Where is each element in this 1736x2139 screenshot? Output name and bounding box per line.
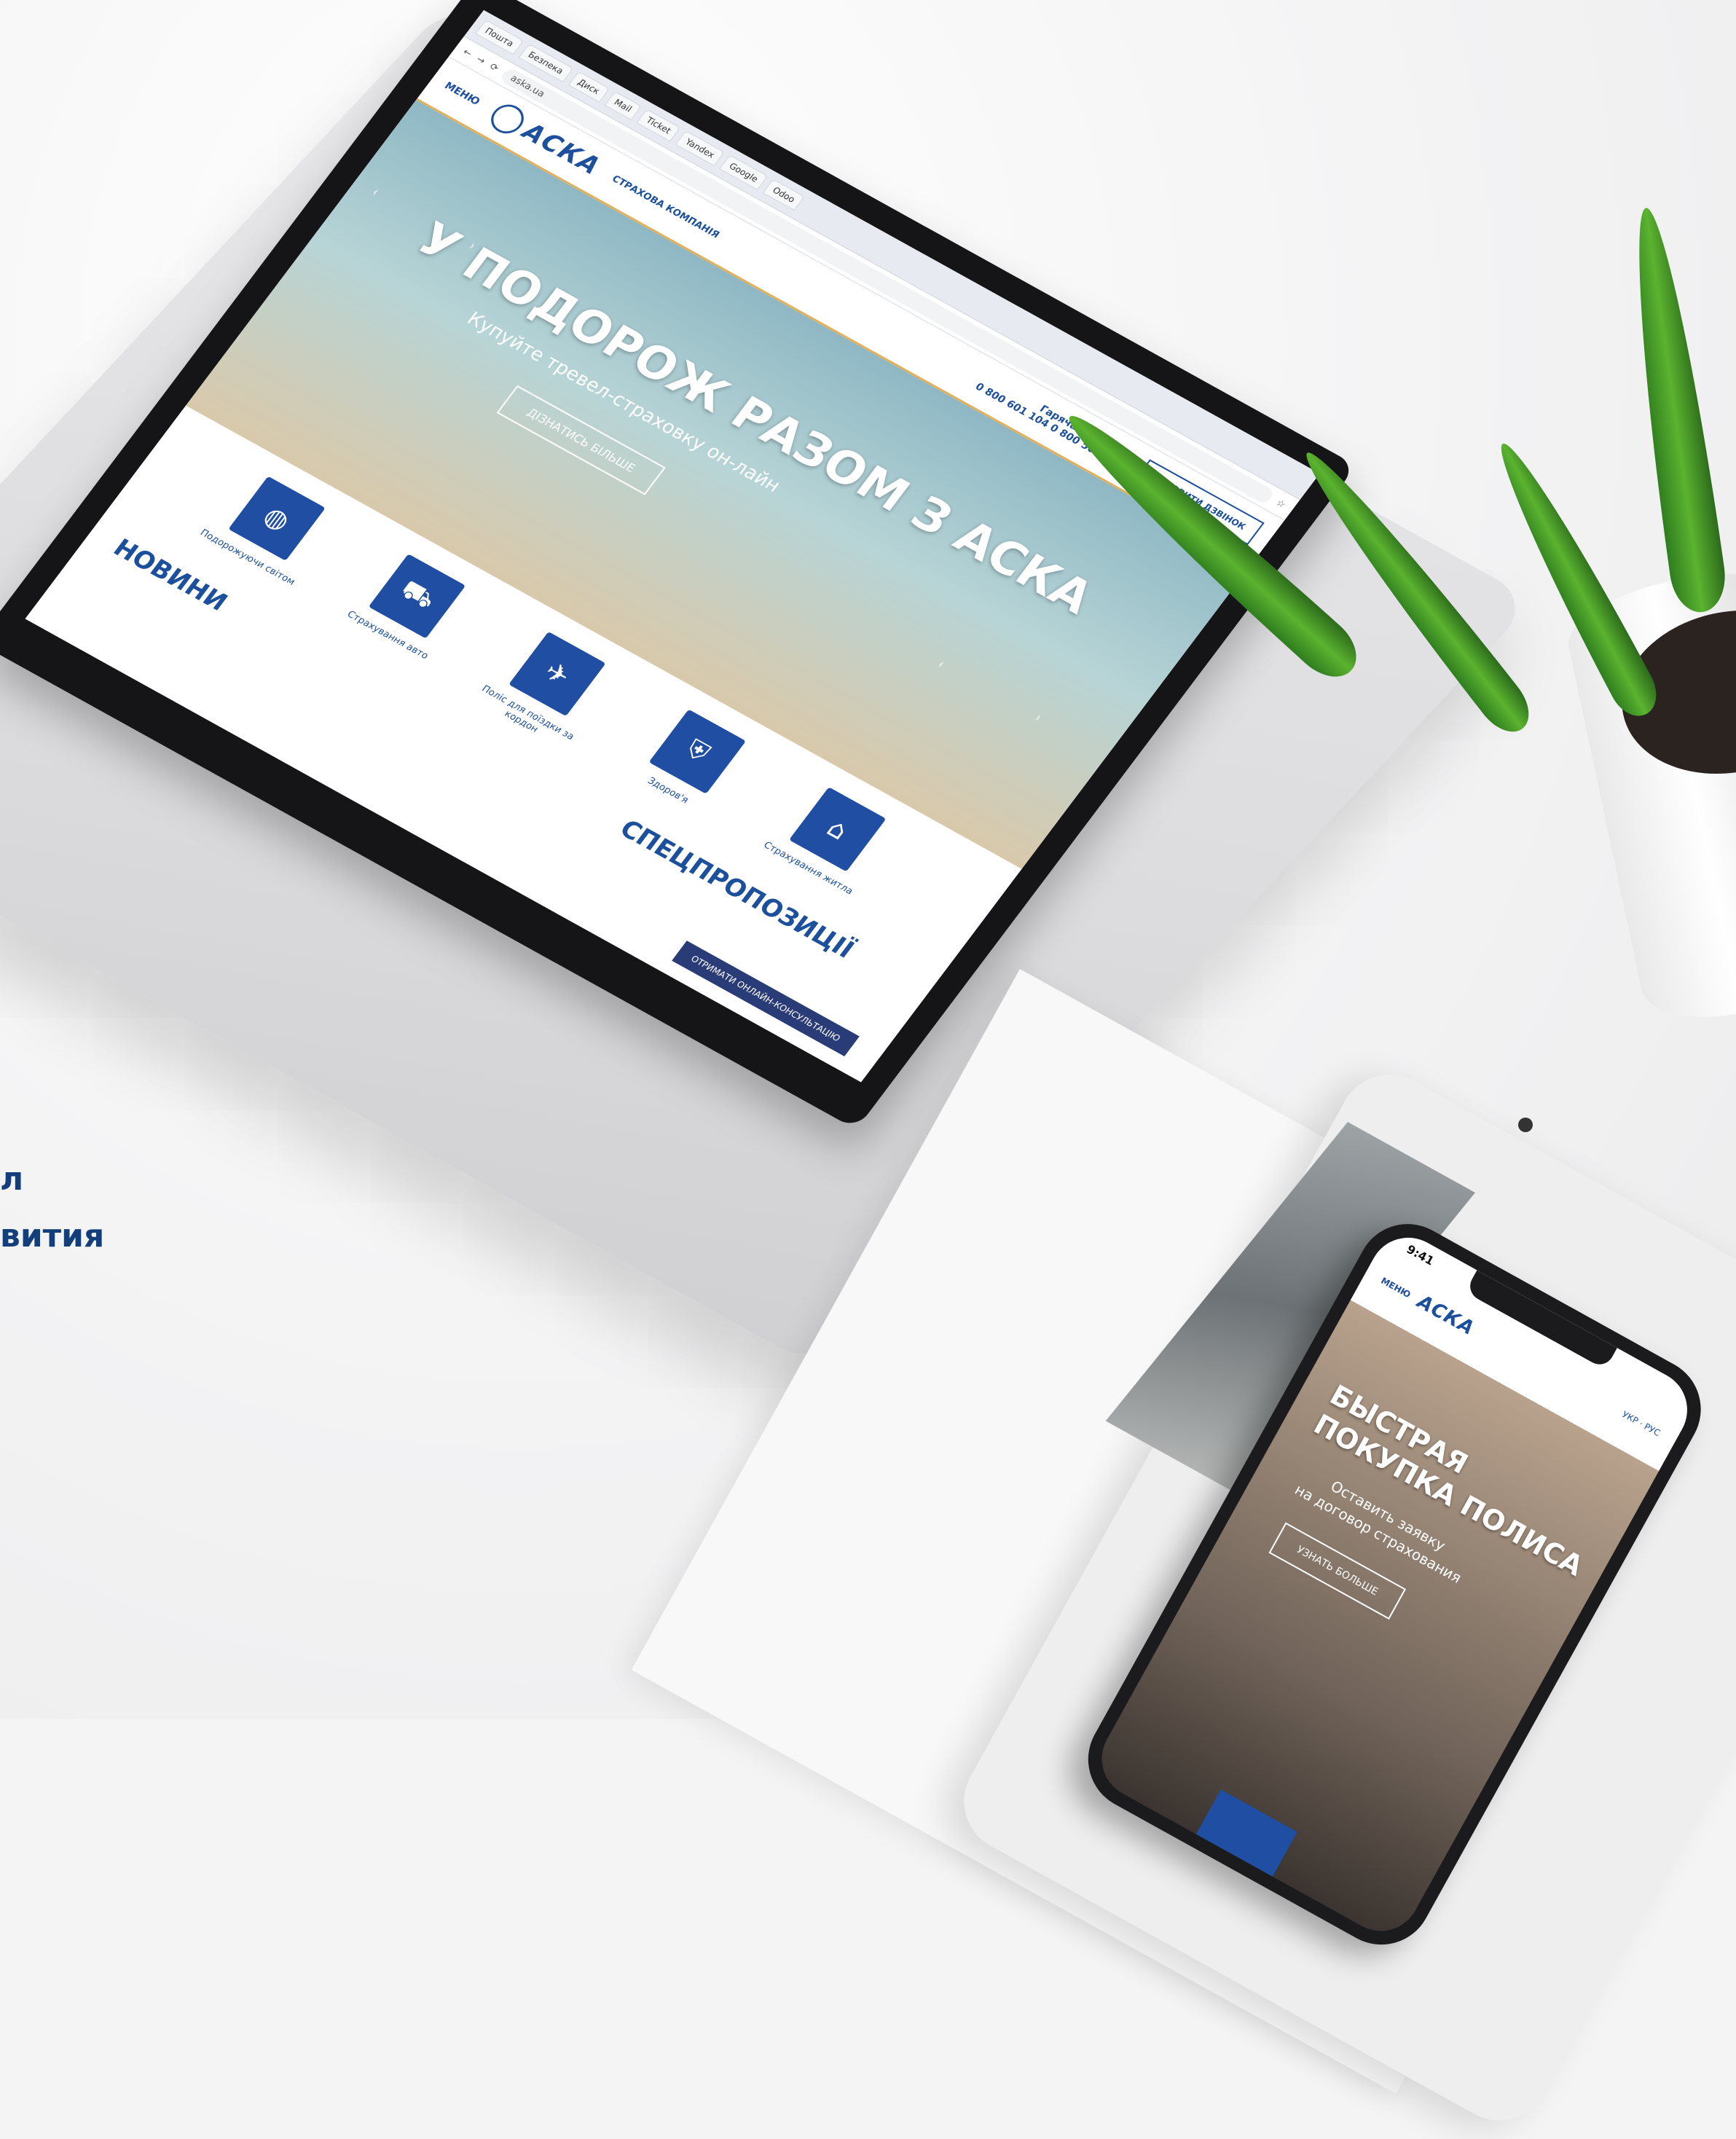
forward-icon[interactable]: →: [474, 54, 488, 66]
phone-menu-button[interactable]: МЕНЮ: [1379, 1276, 1413, 1300]
caption-line-2: вития: [0, 1217, 105, 1255]
service-card[interactable]: ⛨ Здоров'я: [610, 699, 766, 831]
side-caption: л вития: [0, 1151, 104, 1265]
service-card[interactable]: ✈ Поліс для поїздки за кордон: [470, 621, 625, 753]
star-icon[interactable]: ☆: [1274, 497, 1288, 510]
reload-icon[interactable]: ⟳: [487, 61, 501, 74]
service-card[interactable]: ⛟ Страхування авто: [330, 543, 485, 675]
phone-logo[interactable]: АСКА: [1413, 1291, 1478, 1340]
service-card[interactable]: ⌂ Страхування житла: [750, 777, 906, 908]
phone-time: 9:41: [1404, 1241, 1437, 1268]
caption-line-1: л: [0, 1161, 24, 1198]
phone-language-switch[interactable]: УКР · РУС: [1620, 1409, 1662, 1438]
mockup-scene: л вития escF1F2F3F4F5F6F7F8F9F10F11F12⏻~…: [0, 0, 1736, 2139]
browser-tab[interactable]: Mail: [604, 91, 642, 120]
tablet-camera-icon: [1518, 1118, 1533, 1132]
back-icon[interactable]: ←: [460, 47, 474, 59]
service-card[interactable]: ◍ Подорожуючи світом: [189, 466, 345, 597]
hexagon-decor: [906, 618, 1074, 764]
menu-button[interactable]: МЕНЮ: [442, 80, 482, 108]
